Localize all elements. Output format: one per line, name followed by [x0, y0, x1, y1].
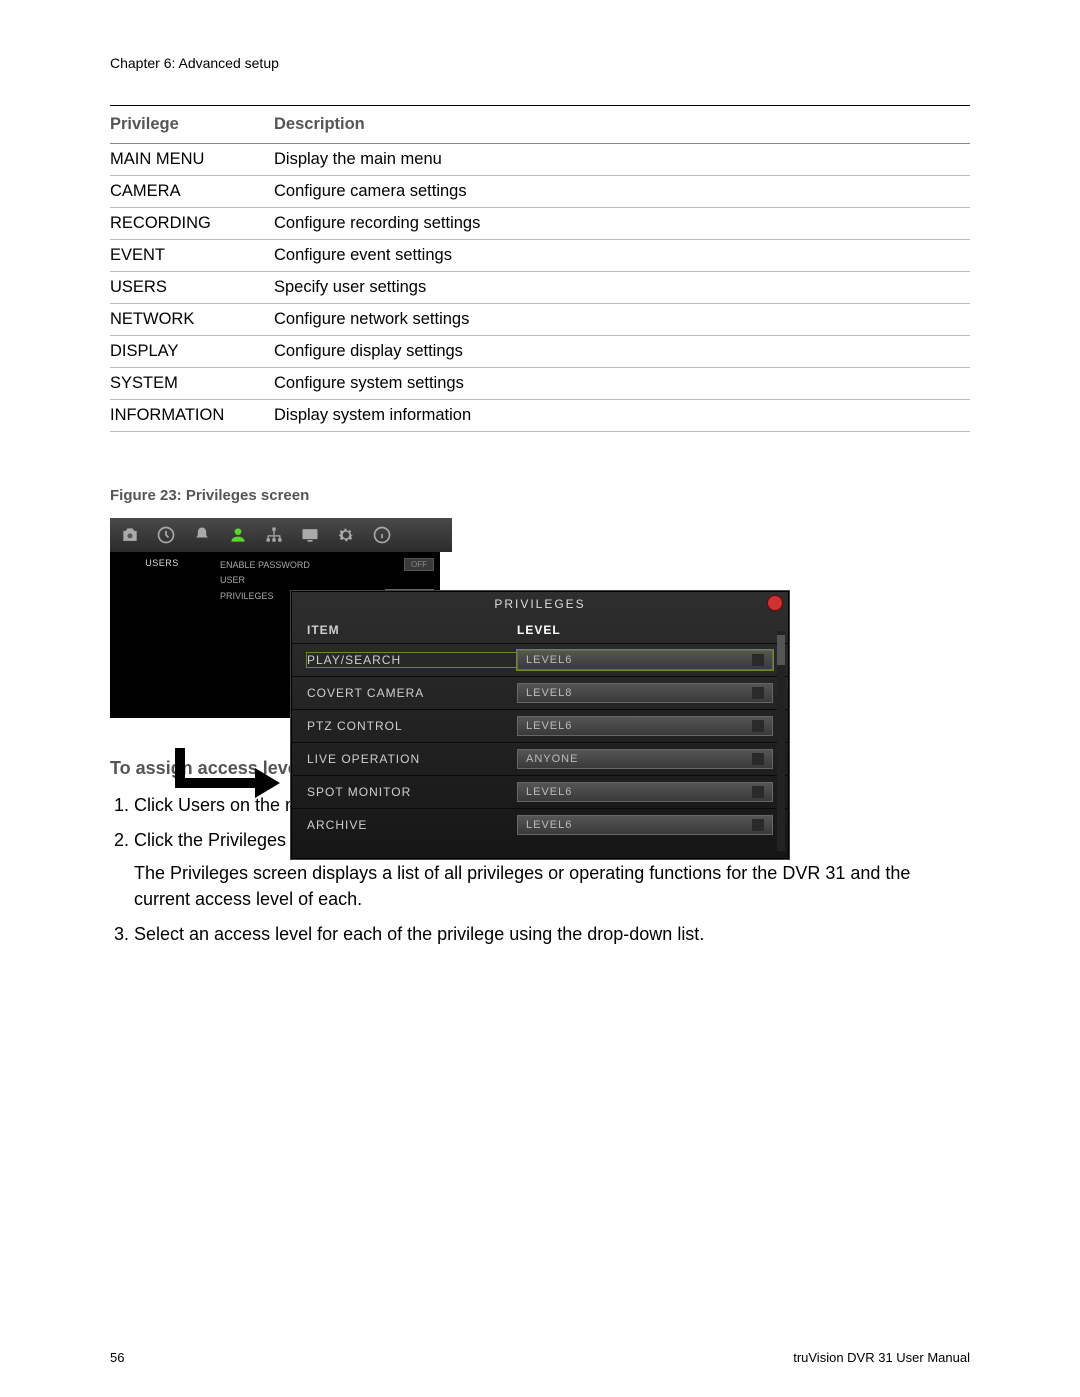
chevron-down-icon — [752, 720, 764, 732]
privileges-popup: PRIVILEGES ITEM LEVEL PLAY/SEARCH LEVEL6 C… — [290, 590, 790, 860]
privilege-table: Privilege Description MAIN MENUDisplay t… — [110, 106, 970, 432]
level-value: LEVEL6 — [526, 786, 572, 798]
description-cell: Configure recording settings — [274, 208, 970, 240]
table-row: USERSSpecify user settings — [110, 272, 970, 304]
camera-icon[interactable] — [116, 521, 144, 549]
description-cell: Specify user settings — [274, 272, 970, 304]
chevron-down-icon — [752, 687, 764, 699]
level-select[interactable]: LEVEL6 — [517, 782, 773, 802]
gear-icon[interactable] — [332, 521, 360, 549]
popup-head-item: ITEM — [307, 623, 517, 637]
display-icon[interactable] — [296, 521, 324, 549]
bell-icon[interactable] — [188, 521, 216, 549]
privilege-cell: INFORMATION — [110, 400, 274, 432]
users-icon[interactable] — [224, 521, 252, 549]
privilege-row: ARCHIVE LEVEL6 — [291, 808, 789, 841]
level-select[interactable]: LEVEL8 — [517, 683, 773, 703]
user-label: USER — [220, 575, 245, 585]
privilege-row: PLAY/SEARCH LEVEL6 — [291, 643, 789, 676]
level-value: LEVEL8 — [526, 687, 572, 699]
table-head-privilege: Privilege — [110, 106, 274, 144]
privileges-label: PRIVILEGES — [220, 591, 274, 601]
privilege-row: PTZ CONTROL LEVEL6 — [291, 709, 789, 742]
table-row: SYSTEMConfigure system settings — [110, 368, 970, 400]
privilege-cell: RECORDING — [110, 208, 274, 240]
description-cell: Configure event settings — [274, 240, 970, 272]
level-value: LEVEL6 — [526, 819, 572, 831]
privilege-item: PTZ CONTROL — [307, 719, 517, 733]
chevron-down-icon — [752, 819, 764, 831]
privilege-row: LIVE OPERATION ANYONE — [291, 742, 789, 775]
description-cell: Configure display settings — [274, 336, 970, 368]
description-cell: Configure camera settings — [274, 176, 970, 208]
table-row: DISPLAYConfigure display settings — [110, 336, 970, 368]
description-cell: Display the main menu — [274, 144, 970, 176]
privilege-item: PLAY/SEARCH — [307, 653, 517, 667]
popup-head-level: LEVEL — [517, 623, 773, 637]
level-select[interactable]: ANYONE — [517, 749, 773, 769]
privilege-cell: MAIN MENU — [110, 144, 274, 176]
table-head-description: Description — [274, 106, 970, 144]
level-select[interactable]: LEVEL6 — [517, 815, 773, 835]
dvr-screenshot: USERS ENABLE PASSWORD OFF USER PRIVILEGE… — [110, 518, 790, 718]
list-item: Select an access level for each of the p… — [134, 922, 970, 947]
privilege-cell: USERS — [110, 272, 274, 304]
privilege-cell: DISPLAY — [110, 336, 274, 368]
chapter-label: Chapter 6: Advanced setup — [110, 55, 970, 71]
privilege-item: LIVE OPERATION — [307, 752, 517, 766]
table-row: MAIN MENUDisplay the main menu — [110, 144, 970, 176]
chevron-down-icon — [752, 654, 764, 666]
chevron-down-icon — [752, 786, 764, 798]
privilege-cell: CAMERA — [110, 176, 274, 208]
description-cell: Configure network settings — [274, 304, 970, 336]
description-cell: Configure system settings — [274, 368, 970, 400]
scrollbar[interactable] — [777, 631, 785, 851]
arrow-indicator — [170, 748, 280, 798]
privilege-item: SPOT MONITOR — [307, 785, 517, 799]
info-icon[interactable] — [368, 521, 396, 549]
toolbar — [110, 518, 452, 552]
close-icon[interactable] — [767, 595, 783, 611]
table-row: EVENTConfigure event settings — [110, 240, 970, 272]
privilege-item: ARCHIVE — [307, 818, 517, 832]
privilege-row: SPOT MONITOR LEVEL6 — [291, 775, 789, 808]
level-select[interactable]: LEVEL6 — [517, 650, 773, 670]
privilege-row: COVERT CAMERA LEVEL8 — [291, 676, 789, 709]
privilege-cell: SYSTEM — [110, 368, 274, 400]
level-value: LEVEL6 — [526, 720, 572, 732]
page-number: 56 — [110, 1350, 124, 1365]
step-paragraph: The Privileges screen displays a list of… — [134, 861, 970, 911]
table-row: INFORMATIONDisplay system information — [110, 400, 970, 432]
privilege-item: COVERT CAMERA — [307, 686, 517, 700]
table-row: RECORDINGConfigure recording settings — [110, 208, 970, 240]
level-select[interactable]: LEVEL6 — [517, 716, 773, 736]
table-row: NETWORKConfigure network settings — [110, 304, 970, 336]
network-icon[interactable] — [260, 521, 288, 549]
scrollbar-thumb[interactable] — [777, 635, 785, 665]
table-row: CAMERAConfigure camera settings — [110, 176, 970, 208]
level-value: ANYONE — [526, 753, 578, 765]
level-value: LEVEL6 — [526, 654, 572, 666]
figure-caption: Figure 23: Privileges screen — [110, 487, 970, 504]
clock-icon[interactable] — [152, 521, 180, 549]
privilege-cell: NETWORK — [110, 304, 274, 336]
enable-password-label: ENABLE PASSWORD — [220, 560, 310, 570]
sidebar-item-users[interactable]: USERS — [110, 552, 214, 608]
description-cell: Display system information — [274, 400, 970, 432]
footer-manual-title: truVision DVR 31 User Manual — [793, 1350, 970, 1365]
chevron-down-icon — [752, 753, 764, 765]
popup-title: PRIVILEGES — [291, 591, 789, 617]
enable-password-toggle[interactable]: OFF — [404, 558, 434, 571]
privilege-cell: EVENT — [110, 240, 274, 272]
